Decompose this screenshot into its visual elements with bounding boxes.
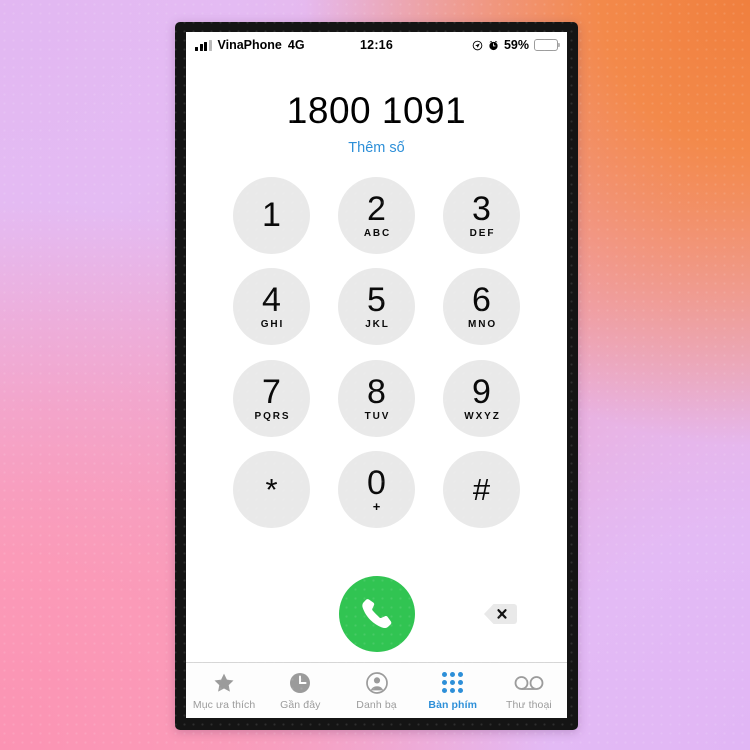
key-0[interactable]: 0 + [338,451,415,529]
phone-device-frame: VinaPhone 4G 12:16 59% 1800 1091 Thêm số… [175,22,578,730]
delete-backspace-button[interactable] [482,601,518,627]
carrier-name: VinaPhone [217,38,282,52]
status-bar: VinaPhone 4G 12:16 59% [186,32,567,58]
tab-label: Bàn phím [428,699,478,711]
key-letters: DEF [469,227,496,239]
key-hash[interactable]: # [443,451,520,529]
key-letters: GHI [260,319,285,331]
key-digit: 0 [367,464,386,503]
key-letters: WXYZ [464,410,501,422]
tab-label: Thư thoại [505,699,552,711]
call-action-row [186,566,567,662]
key-digit: 5 [367,281,386,320]
key-plus: + [372,499,381,515]
tab-label: Mục ưa thích [192,699,256,711]
tab-favorites[interactable]: Mục ưa thích [186,670,262,711]
key-4[interactable]: 4 GHI [233,268,310,346]
tab-contacts[interactable]: Danh bạ [338,670,414,711]
battery-icon [534,39,561,51]
tab-label: Gần đây [280,699,321,711]
tab-voicemail[interactable]: Thư thoại [491,670,567,711]
status-bar-right: 59% [393,38,561,52]
phone-handset-icon [361,599,391,629]
person-circle-icon [365,670,389,695]
dialed-number[interactable]: 1800 1091 [186,91,567,131]
tab-keypad[interactable]: Bàn phím [415,670,491,711]
key-letters: JKL [365,319,390,331]
keypad-row: 1 2 ABC 3 DEF [233,176,520,254]
status-bar-clock: 12:16 [360,38,393,52]
key-letters: TUV [364,410,391,422]
tab-recents[interactable]: Gần đây [262,670,338,711]
status-bar-left: VinaPhone 4G [195,38,360,52]
key-digit: 4 [262,281,281,320]
key-digit: 8 [367,372,386,411]
key-5[interactable]: 5 JKL [338,268,415,346]
keypad-dots-icon [442,670,464,695]
key-digit: 7 [262,372,281,411]
keypad-row: 7 PQRS 8 TUV 9 WXYZ [233,359,520,437]
call-button[interactable] [338,576,415,652]
key-6[interactable]: 6 MNO [443,268,520,346]
key-digit: * [265,472,278,508]
key-digit: 9 [472,372,491,411]
key-letters: ABC [363,227,392,239]
key-star[interactable]: * [233,451,310,529]
key-8[interactable]: 8 TUV [338,359,415,437]
key-letters: MNO [467,319,498,331]
key-digit: # [472,472,491,508]
dial-keypad: 1 2 ABC 3 DEF 4 GHI 5 JKL 6 MNO 7 PQRS 8… [186,156,567,566]
backspace-icon [484,604,517,624]
key-3[interactable]: 3 DEF [443,176,520,254]
star-icon [212,670,236,695]
number-display-area: 1800 1091 Thêm số [186,58,567,156]
clock-icon [288,670,312,695]
keypad-row: 4 GHI 5 JKL 6 MNO [233,268,520,346]
key-digit: 2 [367,189,386,228]
key-9[interactable]: 9 WXYZ [443,359,520,437]
key-digit: 6 [472,281,491,320]
network-type: 4G [287,38,305,52]
signal-bars-icon [195,39,212,51]
bottom-tab-bar: Mục ưa thích Gần đây Danh bạ Bàn phím Th… [186,662,567,718]
key-digit: 1 [262,196,281,235]
battery-percentage: 59% [503,38,530,52]
key-2[interactable]: 2 ABC [338,176,415,254]
add-number-link[interactable]: Thêm số [186,140,567,156]
key-7[interactable]: 7 PQRS [233,359,310,437]
keypad-row: * 0 + # [233,451,520,529]
voicemail-icon [514,670,544,695]
phone-screen: VinaPhone 4G 12:16 59% 1800 1091 Thêm số… [186,32,567,718]
tab-label: Danh bạ [356,699,397,711]
key-1[interactable]: 1 [233,176,310,254]
location-icon [472,40,483,50]
key-digit: 3 [472,189,491,228]
key-letters: PQRS [254,410,291,422]
wallpaper-background: VinaPhone 4G 12:16 59% 1800 1091 Thêm số… [0,0,750,750]
alarm-icon [489,40,498,50]
